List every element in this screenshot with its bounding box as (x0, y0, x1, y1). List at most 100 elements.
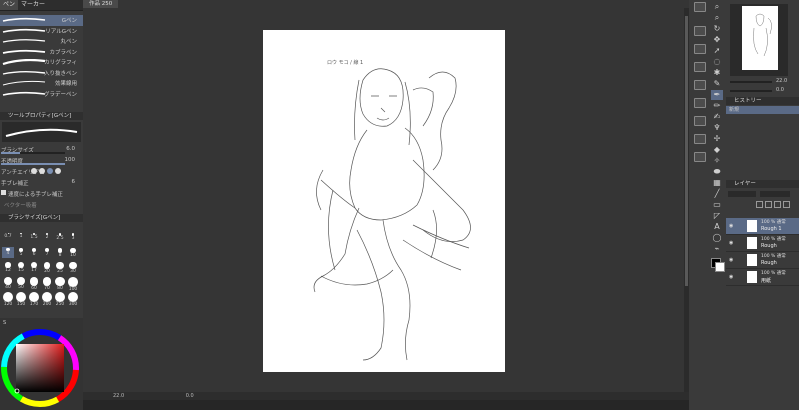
eyedropper-icon[interactable]: ✎ (711, 79, 723, 89)
brush-item-calligraphy[interactable]: カリグラフィ (0, 57, 83, 68)
antialias-weak-icon[interactable] (39, 168, 45, 174)
text-tool-icon[interactable]: A (711, 222, 723, 232)
airbrush-icon[interactable]: ♆ (711, 123, 723, 133)
brush-size-preset[interactable]: 200 (41, 292, 53, 307)
brush-tool-icon[interactable]: ✍ (711, 112, 723, 122)
brush-item-irinuki-pen[interactable]: 入り抜きペン (0, 68, 83, 79)
brush-size-preset[interactable]: 15 (15, 262, 27, 273)
brush-size-preset[interactable]: 0.7 (2, 232, 14, 243)
navigator-zoom-row[interactable]: 22.0 (730, 78, 796, 86)
layer-panel-title[interactable]: レイヤー (726, 180, 799, 188)
brush-size-preset[interactable]: 120 (2, 292, 14, 307)
history-item[interactable]: 新規 (726, 106, 799, 114)
brush-item-gradient-pen[interactable]: グラデーペン (0, 89, 83, 100)
decoration-tool-icon[interactable]: ✢ (711, 134, 723, 144)
antialias-none-icon[interactable] (31, 168, 37, 174)
brush-size-preset[interactable]: 1 (15, 232, 27, 243)
brush-size-preset[interactable]: 20 (41, 262, 53, 274)
sub-color-swatch[interactable] (715, 262, 725, 272)
brush-size-preset[interactable]: 1.5 (28, 232, 40, 243)
layer-name[interactable]: Rough (761, 243, 777, 249)
canvas-paper[interactable]: ロウ モコ / 線 1 (263, 30, 505, 372)
gradient-tool-icon[interactable]: ▦ (711, 178, 723, 188)
vector-snap-row[interactable]: ベクター吸着 (0, 199, 83, 210)
zoom-tool-icon[interactable]: ⌕ (711, 2, 723, 12)
frame-tool-icon[interactable]: ▭ (711, 200, 723, 210)
scrollbar-thumb[interactable] (685, 16, 688, 286)
brush-size-preset[interactable]: 17 (28, 262, 40, 273)
layer-new-icon[interactable] (756, 201, 763, 208)
correction-tool-icon[interactable]: ⌁ (711, 244, 723, 254)
brush-size-preset[interactable]: 40 (2, 277, 14, 290)
brush-size-preset[interactable]: 170 (28, 292, 40, 307)
antialias-options[interactable] (31, 168, 61, 176)
brush-size-preset[interactable]: 4 (2, 247, 14, 258)
brush-size-preset[interactable]: 6 (28, 247, 40, 258)
layer-name[interactable]: 用紙 (761, 277, 771, 284)
layer-row[interactable]: ◉ 100 % 通常 Rough 1 (726, 218, 799, 235)
brush-size-preset[interactable]: 60 (28, 277, 40, 291)
command-btn-6[interactable] (694, 98, 706, 108)
pencil-tool-icon[interactable]: ✏ (711, 101, 723, 111)
brush-size-preset[interactable]: 50 (15, 277, 27, 290)
ruler-tool-icon[interactable]: ◸ (711, 211, 723, 221)
layer-row[interactable]: ◉ 100 % 通常 用紙 (726, 269, 799, 286)
layer-visibility-eye-icon[interactable]: ◉ (729, 257, 733, 263)
layer-delete-icon[interactable] (783, 201, 790, 208)
brush-item-real-gpen[interactable]: リアルGペン (0, 26, 83, 37)
layer-folder-icon[interactable] (765, 201, 772, 208)
antialias-row[interactable]: アンチエイリアス (0, 166, 83, 177)
brush-size-preset[interactable]: 10 (67, 247, 79, 258)
layer-name[interactable]: Rough (761, 260, 777, 266)
brush-size-slider[interactable] (1, 152, 65, 154)
command-btn-7[interactable] (694, 116, 706, 126)
zoom-value[interactable]: 22.0 (113, 393, 124, 399)
angle-value[interactable]: 0.0 (186, 393, 194, 399)
brush-size-preset[interactable]: 3 (67, 232, 79, 243)
command-btn-3[interactable] (694, 44, 706, 54)
select-arrow-icon[interactable]: ➚ (711, 46, 723, 56)
tab-pen[interactable]: ペン (0, 0, 19, 10)
eraser-icon[interactable]: ◆ (711, 145, 723, 155)
blend-tool-icon[interactable]: ✧ (711, 156, 723, 166)
layer-mask-icon[interactable] (774, 201, 781, 208)
opacity-row[interactable]: 不透明度 100 (0, 155, 83, 166)
brush-size-preset[interactable]: 80 (54, 277, 66, 291)
command-btn-4[interactable] (694, 62, 706, 72)
speed-correction-row[interactable]: 速度による手ブレ補正 (0, 188, 83, 199)
brush-size-preset[interactable]: 2 (41, 232, 53, 243)
brush-item-kabura-pen[interactable]: カブラペン (0, 47, 83, 58)
history-title[interactable]: ヒストリー (726, 97, 799, 105)
command-btn-5[interactable] (694, 80, 706, 90)
brush-size-preset[interactable]: 8 (54, 247, 66, 258)
brush-size-preset[interactable]: 7 (41, 247, 53, 258)
brush-size-preset[interactable]: 12 (2, 262, 14, 273)
line-tool-icon[interactable]: ╱ (711, 189, 723, 199)
zoom-out-tool-icon[interactable]: ⌕ (711, 13, 723, 23)
opacity-slider[interactable] (1, 163, 65, 165)
brush-size-preset[interactable]: 70 (41, 277, 53, 291)
brush-item-effect-line[interactable]: 効果線用 (0, 78, 83, 89)
brush-size-preset[interactable]: 25 (54, 262, 66, 274)
rotate-tool-icon[interactable]: ↻ (711, 24, 723, 34)
layer-row[interactable]: ◉ 100 % 通常 Rough (726, 252, 799, 269)
document-tab[interactable]: 作品 250 (83, 0, 119, 8)
command-btn-2[interactable] (694, 26, 706, 36)
fill-bucket-icon[interactable]: ⬬ (711, 167, 723, 177)
command-btn-1[interactable] (694, 2, 706, 12)
move-tool-icon[interactable]: ✥ (711, 35, 723, 45)
command-btn-8[interactable] (694, 134, 706, 144)
brush-size-preset[interactable]: 150 (15, 292, 27, 307)
antialias-medium-icon[interactable] (47, 168, 53, 174)
brush-size-preset[interactable]: 250 (54, 292, 66, 307)
color-wheel[interactable] (0, 328, 80, 408)
brush-size-preset[interactable]: 30 (67, 262, 79, 274)
magic-wand-icon[interactable]: ✱ (711, 68, 723, 78)
brush-size-preset[interactable]: 100 (67, 277, 79, 292)
stabilization-row[interactable]: 手ブレ補正 6 (0, 177, 83, 188)
balloon-tool-icon[interactable]: ◯ (711, 233, 723, 243)
antialias-strong-icon[interactable] (55, 168, 61, 174)
brush-size-preset[interactable]: 300 (67, 292, 79, 307)
navigator-angle-row[interactable]: 0.0 (730, 87, 796, 95)
layer-row[interactable]: ◉ 100 % 通常 Rough (726, 235, 799, 252)
